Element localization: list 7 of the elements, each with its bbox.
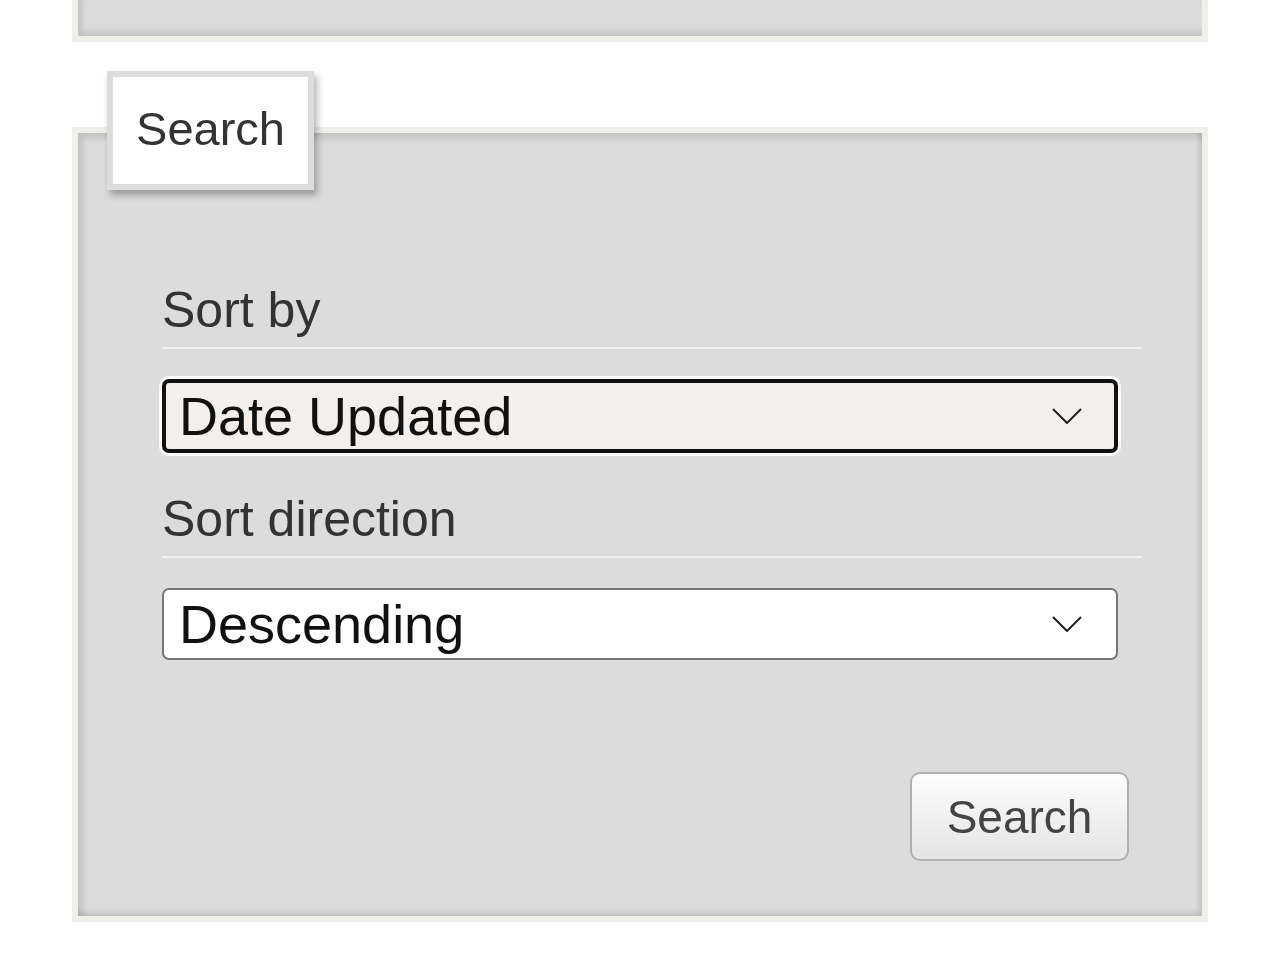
dropdown[interactable]: Descending: [162, 588, 1118, 660]
search-button[interactable]: Search: [910, 772, 1129, 861]
chevron-down-icon: [1052, 616, 1082, 632]
chevron-down-icon: [1052, 408, 1082, 424]
field-label: Sort by: [162, 281, 321, 340]
field-label: Sort direction: [162, 490, 457, 549]
dropdown[interactable]: Date Updated: [162, 379, 1118, 453]
